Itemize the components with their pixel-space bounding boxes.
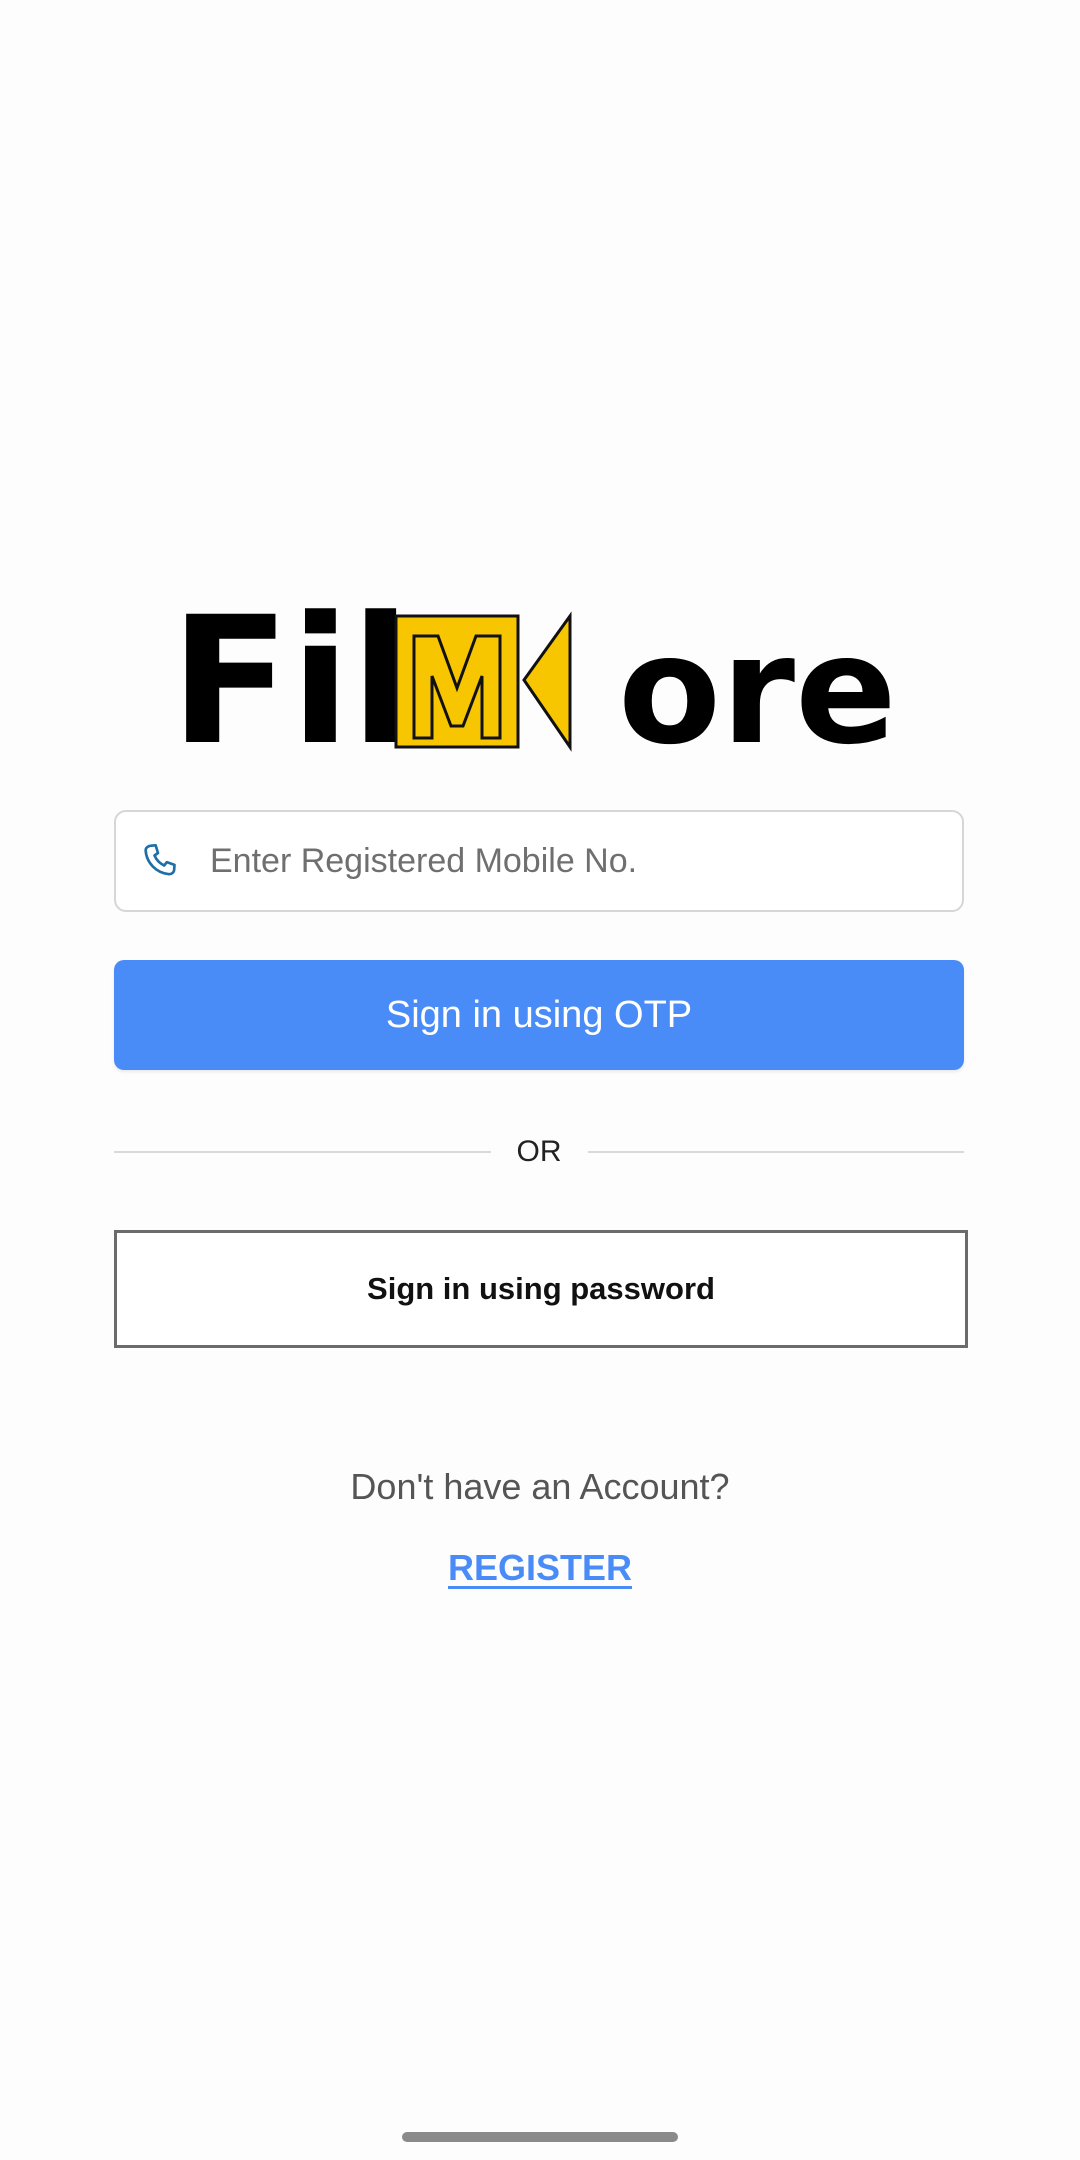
or-divider: OR (114, 1130, 964, 1174)
divider-label: OR (516, 1135, 562, 1168)
mobile-number-input[interactable] (210, 812, 962, 910)
sign-in-otp-button[interactable]: Sign in using OTP (114, 960, 964, 1070)
filmore-logo: Fil ore (170, 600, 910, 760)
mobile-number-field[interactable] (114, 810, 964, 912)
sign-in-password-button[interactable]: Sign in using password (114, 1230, 968, 1348)
phone-icon (138, 839, 182, 883)
logo-m-block (394, 611, 572, 752)
register-link[interactable]: REGISTER (0, 1547, 1080, 1589)
account-prompt: Don't have an Account? (350, 1466, 730, 1507)
divider-line-right (587, 1151, 964, 1153)
login-screen: Fil ore Sign in using OTP OR Sign in usi… (0, 0, 1080, 2160)
logo-text-ore: ore (618, 604, 897, 760)
divider-line-left (114, 1151, 491, 1153)
home-indicator[interactable] (402, 2132, 678, 2142)
logo-text-fil: Fil (170, 600, 411, 760)
